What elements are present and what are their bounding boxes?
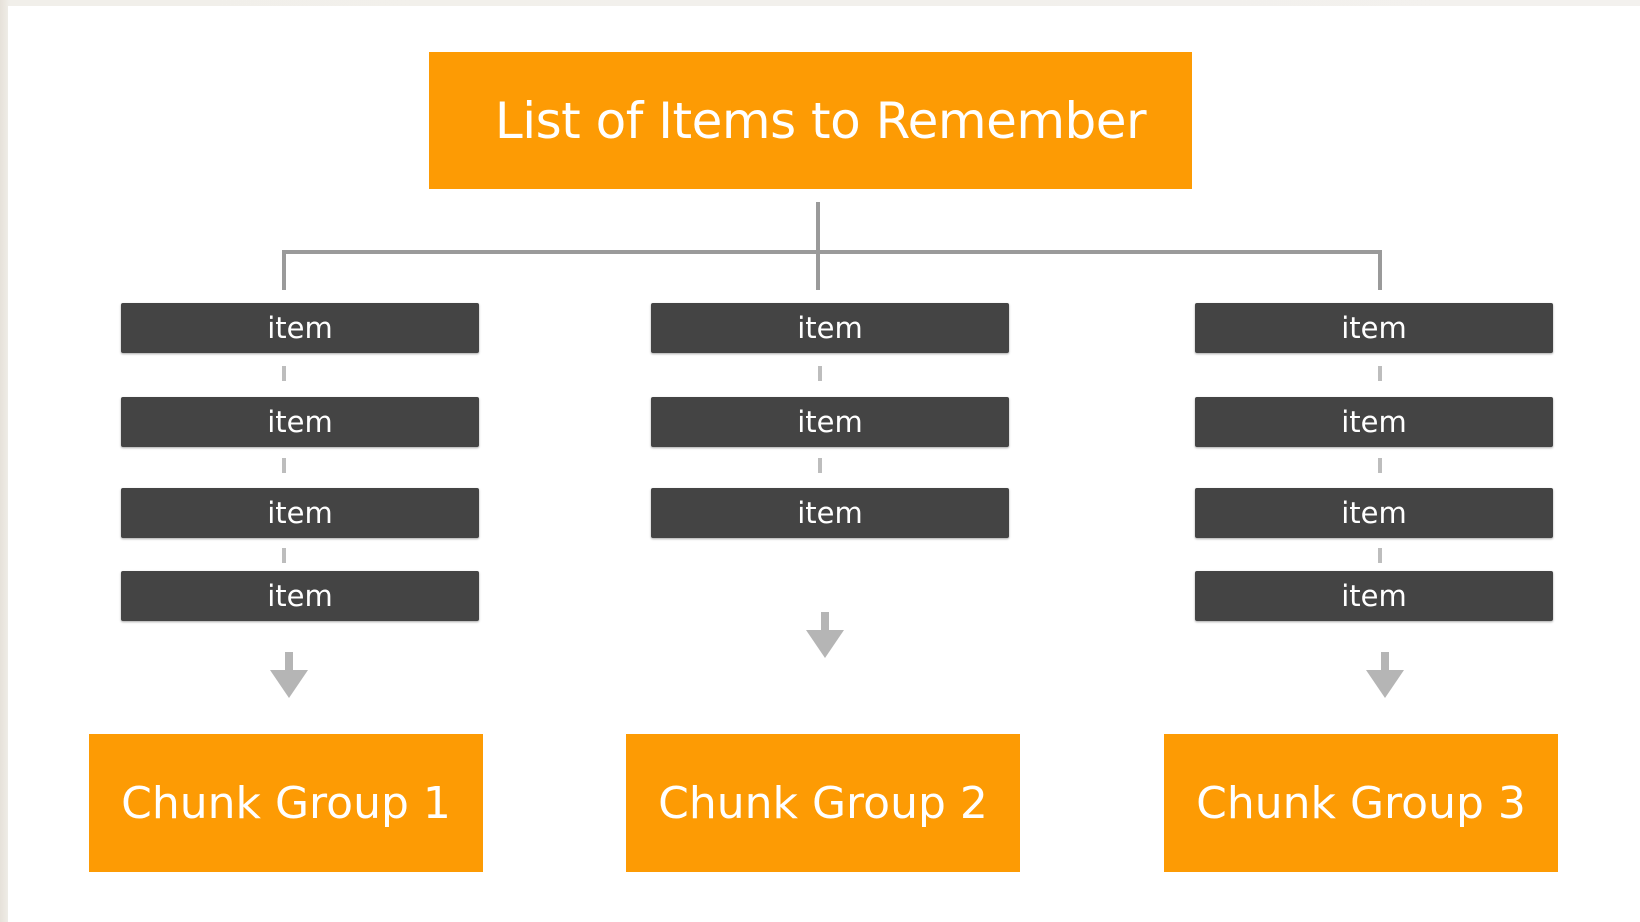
title-box: List of Items to Remember xyxy=(429,52,1192,189)
column-3-dash-1 xyxy=(1378,366,1382,381)
column-2-arrow-down-icon xyxy=(806,630,844,658)
column-3-arrow-down-icon xyxy=(1366,670,1404,698)
column-1-item-4: item xyxy=(121,571,479,621)
column-3-item-3: item xyxy=(1195,488,1553,538)
column-3-dash-2 xyxy=(1378,458,1382,473)
chunk-group-1-box: Chunk Group 1 xyxy=(89,734,483,872)
column-3-item-4: item xyxy=(1195,571,1553,621)
column-3-dash-3 xyxy=(1378,548,1382,563)
column-1-item-2: item xyxy=(121,397,479,447)
column-3-item-2: item xyxy=(1195,397,1553,447)
chunk-group-1-label: Chunk Group 1 xyxy=(121,777,451,829)
item-label: item xyxy=(267,405,333,439)
item-label: item xyxy=(267,579,333,613)
chunk-group-3-box: Chunk Group 3 xyxy=(1164,734,1558,872)
connector-bar xyxy=(282,250,1382,254)
column-1-arrow-shaft xyxy=(285,652,293,672)
item-label: item xyxy=(267,311,333,345)
item-label: item xyxy=(797,496,863,530)
connector-trunk xyxy=(816,202,820,290)
item-label: item xyxy=(1341,579,1407,613)
chunk-group-2-box: Chunk Group 2 xyxy=(626,734,1020,872)
column-1-item-3: item xyxy=(121,488,479,538)
item-label: item xyxy=(1341,496,1407,530)
item-label: item xyxy=(267,496,333,530)
column-1-dash-1 xyxy=(282,366,286,381)
chunk-group-3-label: Chunk Group 3 xyxy=(1196,777,1526,829)
column-1-dash-2 xyxy=(282,458,286,473)
item-label: item xyxy=(797,311,863,345)
item-label: item xyxy=(1341,405,1407,439)
item-label: item xyxy=(797,405,863,439)
column-1-dash-3 xyxy=(282,548,286,563)
connector-left-drop xyxy=(282,250,286,290)
chunk-group-2-label: Chunk Group 2 xyxy=(658,777,988,829)
column-3-item-1: item xyxy=(1195,303,1553,353)
column-3-arrow-shaft xyxy=(1381,652,1389,672)
column-1-item-1: item xyxy=(121,303,479,353)
column-2-dash-2 xyxy=(818,458,822,473)
column-2-item-2: item xyxy=(651,397,1009,447)
title-text: List of Items to Remember xyxy=(494,91,1147,150)
column-2-dash-1 xyxy=(818,366,822,381)
item-label: item xyxy=(1341,311,1407,345)
connector-right-drop xyxy=(1378,250,1382,290)
column-2-arrow-shaft xyxy=(821,612,829,632)
diagram-canvas: List of Items to Remember item item item… xyxy=(8,6,1640,922)
column-2-item-1: item xyxy=(651,303,1009,353)
column-2-item-3: item xyxy=(651,488,1009,538)
column-1-arrow-down-icon xyxy=(270,670,308,698)
